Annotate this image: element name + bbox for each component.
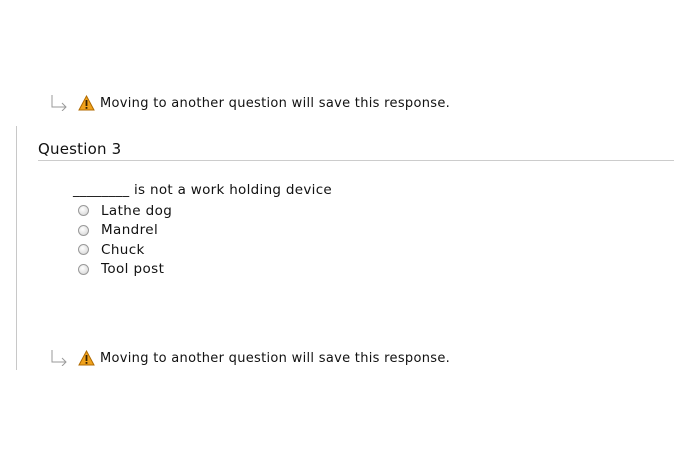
answer-option-lathe-dog[interactable]: Lathe dog [78,201,172,221]
answer-option-mandrel[interactable]: Mandrel [78,221,172,241]
question-text: ________ is not a work holding device [73,182,333,198]
answer-option-label[interactable]: Lathe dog [101,203,172,219]
radio-button[interactable] [78,205,89,217]
answer-option-label[interactable]: Mandrel [101,222,158,238]
radio-button[interactable] [78,244,89,256]
answer-option-tool-post[interactable]: Tool post [78,260,172,280]
warning-icon [78,350,95,366]
answer-option-chuck[interactable]: Chuck [78,240,172,260]
radio-button[interactable] [78,224,89,236]
answer-option-label[interactable]: Tool post [101,261,164,277]
warning-icon [78,95,95,111]
answer-options: Lathe dog Mandrel Chuck Tool post [78,201,172,279]
question-block: Question 3 ________ is not a work holdin… [16,126,687,370]
answer-option-label[interactable]: Chuck [101,242,145,258]
return-arrow-icon [51,350,67,366]
save-note-text: Moving to another question will save thi… [100,350,451,366]
save-note-top: Moving to another question will save thi… [50,93,450,113]
save-note-bottom: Moving to another question will save thi… [50,348,450,368]
return-arrow-icon [51,95,67,111]
question-divider [38,160,674,161]
save-note-text: Moving to another question will save thi… [100,95,451,111]
question-title: Question 3 [38,140,122,158]
radio-button[interactable] [78,263,89,275]
